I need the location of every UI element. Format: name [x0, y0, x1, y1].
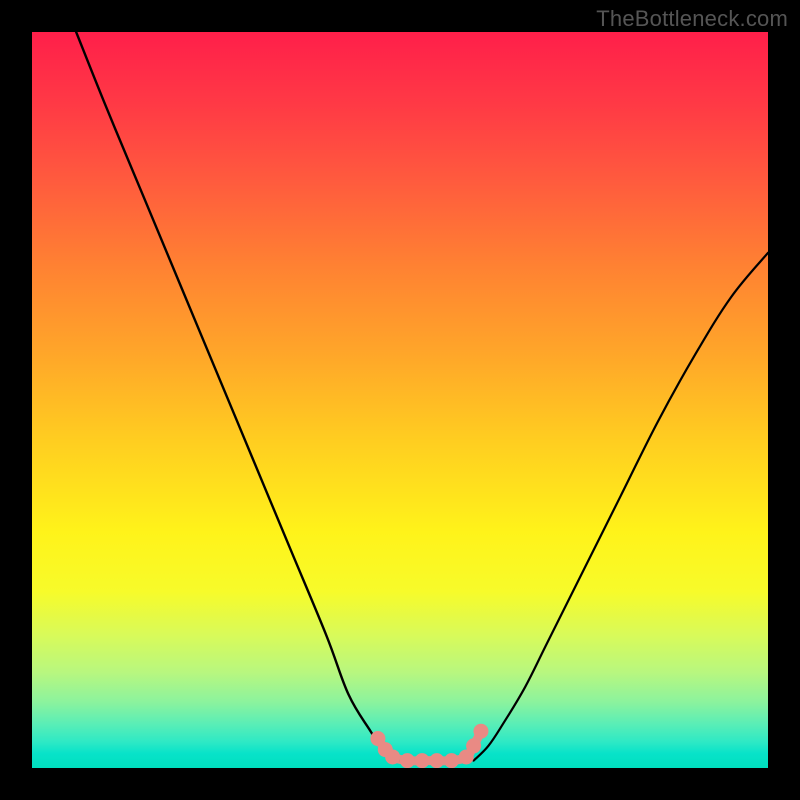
curve-left [76, 32, 400, 761]
curve-right [474, 253, 768, 761]
chart-plot-area [32, 32, 768, 768]
chart-frame: TheBottleneck.com [0, 0, 800, 800]
watermark-text: TheBottleneck.com [596, 6, 788, 32]
chart-svg [32, 32, 768, 768]
trough-markers [370, 724, 488, 768]
